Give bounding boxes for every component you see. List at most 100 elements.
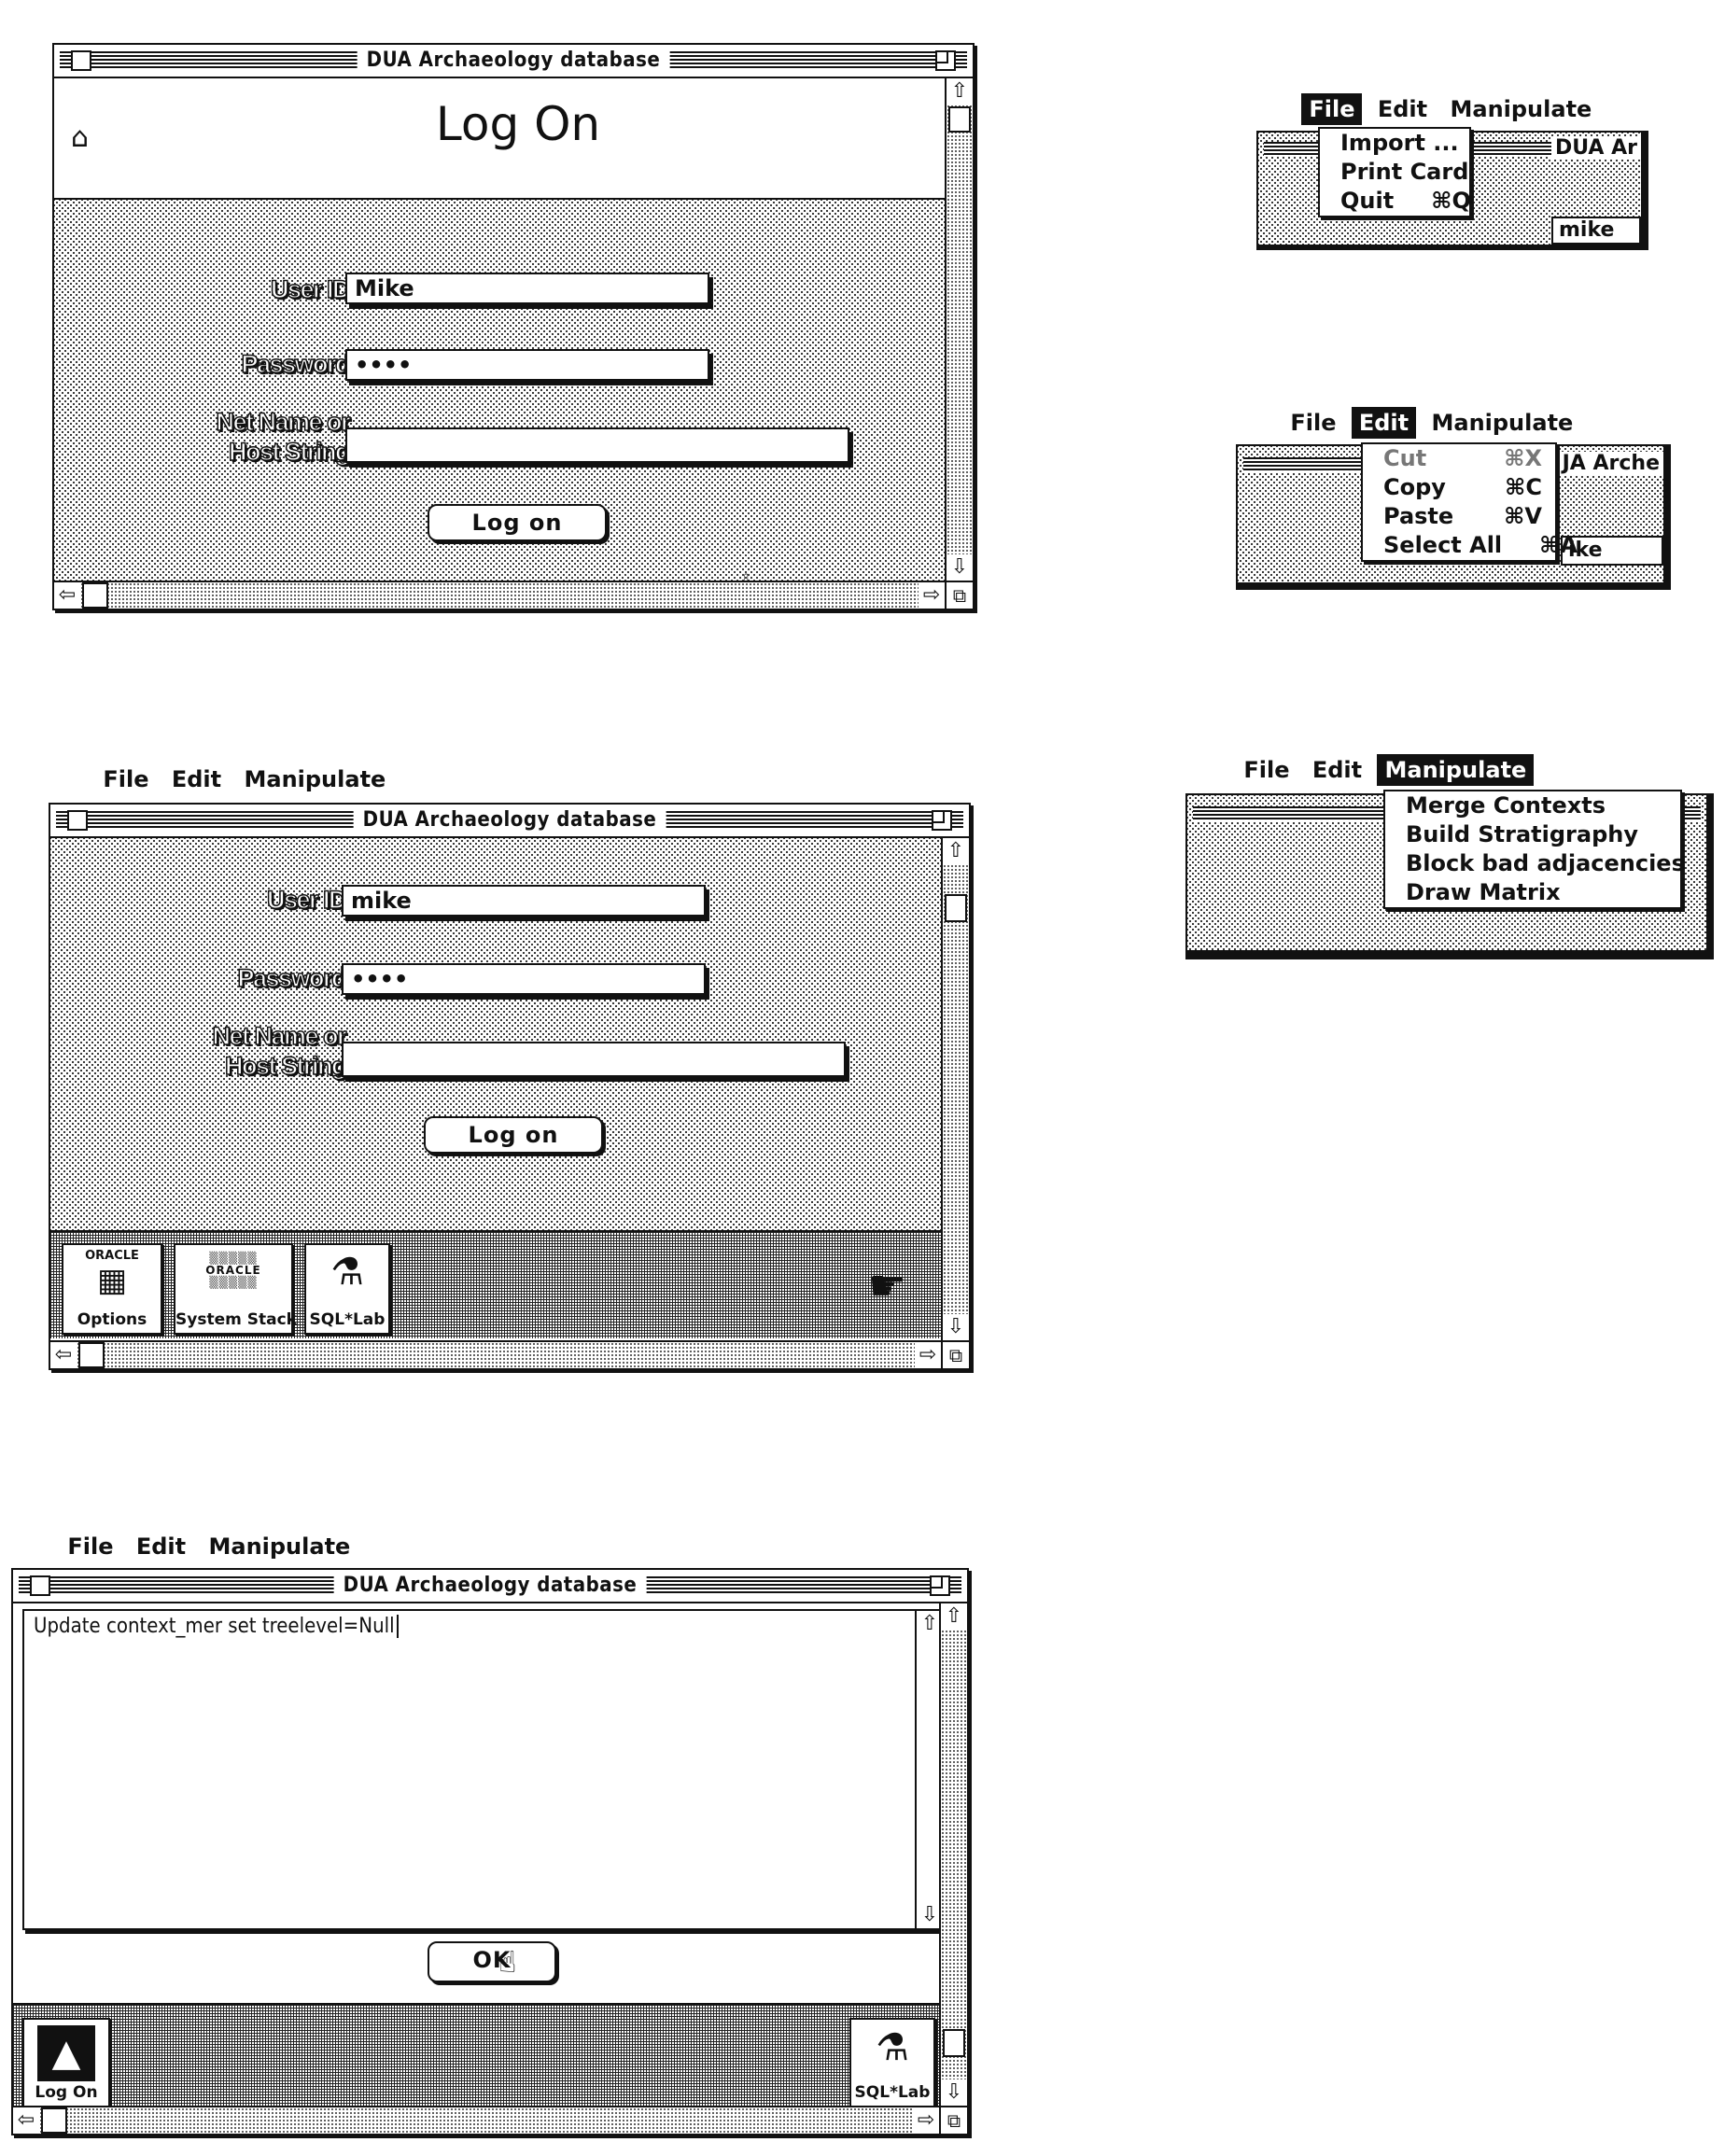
menu-item-import[interactable]: Import ... <box>1320 129 1469 158</box>
menu-item-build-stratigraphy[interactable]: Build Stratigraphy <box>1385 820 1680 849</box>
scroll-thumb[interactable] <box>943 2029 965 2057</box>
ok-button[interactable]: OK <box>428 1941 556 1982</box>
scroll-up-arrow[interactable]: ⇧ <box>943 838 969 864</box>
scroll-down-arrow[interactable]: ⇩ <box>941 2079 967 2106</box>
host-string-field[interactable] <box>342 1042 846 1077</box>
menu-manipulate-selected[interactable]: Manipulate <box>1377 754 1535 786</box>
horizontal-scrollbar[interactable]: ⇦ ⇨ <box>50 1340 941 1368</box>
vertical-scrollbar[interactable]: ⇧ ⇩ <box>945 78 973 581</box>
sql-text: Update context_mer set treelevel=Null <box>34 1615 399 1638</box>
form-area: User ID Mike Password •••• Net Name or H… <box>54 200 945 605</box>
user-id-label: User ID <box>270 274 351 304</box>
h-scroll-thumb[interactable] <box>41 2107 67 2134</box>
menu-file-selected[interactable]: File <box>1301 93 1363 125</box>
menu-item-draw-matrix[interactable]: Draw Matrix <box>1385 878 1680 907</box>
host-label: Net Name or Host String <box>216 407 352 467</box>
log-on-button[interactable]: Log on <box>428 504 607 541</box>
edit-menu-snapshot: JA Arche ike File Edit Manipulate Cut ⌘X … <box>1236 407 1675 594</box>
logon-window-2: DUA Archaeology database User ID mike Pa… <box>49 803 971 1370</box>
menu-edit[interactable]: Edit <box>1305 754 1369 786</box>
sql-lab-icon: ⚗ <box>876 2026 909 2069</box>
horizontal-scrollbar[interactable]: ⇦ ⇨ <box>54 581 945 609</box>
menu-item-print-card[interactable]: Print Card <box>1320 158 1469 187</box>
scroll-down-arrow[interactable]: ⇩ <box>947 554 973 581</box>
scroll-thumb[interactable] <box>945 894 967 922</box>
menu-file[interactable]: File <box>95 763 156 795</box>
password-field[interactable]: •••• <box>345 349 709 381</box>
scroll-left-arrow[interactable]: ⇦ <box>13 2107 39 2134</box>
menu-manipulate[interactable]: Manipulate <box>201 1531 358 1562</box>
log-on-button-icon[interactable]: ▲ Log On <box>22 2018 110 2107</box>
scroll-right-arrow[interactable]: ⇨ <box>919 582 945 609</box>
scroll-down-arrow[interactable]: ⇩ <box>943 1314 969 1340</box>
grow-box[interactable]: ⧉ <box>945 581 973 609</box>
logon-window-1: DUA Archaeology database ⌂ Log On User I… <box>52 43 975 610</box>
scroll-left-arrow[interactable]: ⇦ <box>50 1342 77 1368</box>
menu-edit-selected[interactable]: Edit <box>1351 407 1417 439</box>
sql-lab-button[interactable]: ⚗ SQL*Lab <box>304 1243 390 1335</box>
close-box[interactable] <box>67 810 88 831</box>
manipulate-menu-snapshot: File Edit Manipulate Merge Contexts Buil… <box>1185 754 1718 959</box>
menu-edit[interactable]: Edit <box>1370 93 1435 125</box>
password-field[interactable]: •••• <box>342 963 706 995</box>
scroll-left-arrow[interactable]: ⇦ <box>54 582 80 609</box>
scroll-right-arrow[interactable]: ⇨ <box>915 1342 941 1368</box>
menu-item-select-all[interactable]: Select All ⌘A <box>1363 531 1578 560</box>
h-scroll-thumb[interactable] <box>82 582 108 609</box>
close-box[interactable] <box>30 1575 50 1596</box>
title-bar[interactable]: DUA Archaeology database <box>13 1570 967 1603</box>
user-id-field[interactable]: mike <box>342 885 706 917</box>
edit-dropdown: Cut ⌘X Copy ⌘C Paste ⌘V Select All ⌘A <box>1361 442 1578 562</box>
host-label: Net Name or Host String <box>212 1021 348 1081</box>
vertical-scrollbar[interactable]: ⇧ ⇩ <box>941 838 969 1340</box>
title-bar[interactable]: DUA Archaeology database <box>54 45 973 78</box>
page-title: Log On <box>435 97 601 151</box>
menu-file[interactable]: File <box>1236 754 1297 786</box>
menu-edit[interactable]: Edit <box>129 1531 193 1562</box>
menu-bar: File Edit Manipulate <box>1213 754 1535 786</box>
zoom-box[interactable] <box>932 810 952 831</box>
grow-box[interactable]: ⧉ <box>941 1340 969 1368</box>
user-id-field[interactable]: Mike <box>345 273 709 304</box>
menu-file[interactable]: File <box>1283 407 1343 439</box>
log-on-icon: ▲ <box>37 2025 95 2081</box>
horizontal-scrollbar[interactable]: ⇦ ⇨ <box>13 2106 939 2134</box>
zoom-box[interactable] <box>930 1575 950 1596</box>
log-on-button[interactable]: Log on <box>424 1116 603 1154</box>
menu-item-quit[interactable]: Quit ⌘Q <box>1320 187 1471 216</box>
host-string-field[interactable] <box>345 427 849 463</box>
sql-lab-button[interactable]: ⚗ SQL*Lab <box>849 2018 935 2107</box>
host-label-line1: Net Name or <box>212 1021 348 1051</box>
close-box[interactable] <box>71 50 91 71</box>
title-bar[interactable]: DUA Archaeology database <box>50 805 969 838</box>
zoom-box[interactable] <box>935 50 956 71</box>
menu-item-merge-contexts[interactable]: Merge Contexts <box>1385 791 1680 820</box>
oracle-options-button[interactable]: ORACLE ▦ Options <box>62 1243 162 1335</box>
manipulate-dropdown: Merge Contexts Build Stratigraphy Block … <box>1383 790 1685 909</box>
password-label: Password <box>237 963 348 993</box>
menu-manipulate[interactable]: Manipulate <box>236 763 393 795</box>
grow-box[interactable]: ⧉ <box>939 2106 967 2134</box>
menu-item-paste[interactable]: Paste ⌘V <box>1363 502 1555 531</box>
menu-edit[interactable]: Edit <box>164 763 229 795</box>
scroll-up-arrow[interactable]: ⇧ <box>941 1603 967 1630</box>
scroll-thumb[interactable] <box>948 106 971 133</box>
system-stack-button[interactable]: ▒▒▒▒▒ ORACLE ▒▒▒▒▒ System Stack <box>174 1243 297 1335</box>
background-window-title: JA Arche <box>1558 452 1663 475</box>
menu-manipulate[interactable]: Manipulate <box>1442 93 1599 125</box>
password-label: Password <box>241 349 352 379</box>
menu-item-copy[interactable]: Copy ⌘C <box>1363 473 1555 502</box>
menu-bar: File Edit Manipulate <box>1279 93 1600 125</box>
scroll-up-arrow[interactable]: ⇧ <box>947 78 973 105</box>
vertical-scrollbar[interactable]: ⇧ ⇩ <box>939 1603 967 2106</box>
background-window-title: DUA Ar <box>1550 136 1641 160</box>
h-scroll-thumb[interactable] <box>78 1342 105 1368</box>
oracle-logo: ORACLE <box>85 1249 139 1263</box>
menu-file[interactable]: File <box>60 1531 120 1562</box>
menu-manipulate[interactable]: Manipulate <box>1423 407 1580 439</box>
sql-lab-label: SQL*Lab <box>854 2083 931 2102</box>
menu-item-block-bad-adjacencies[interactable]: Block bad adjacencies <box>1385 849 1685 878</box>
window-title: DUA Archaeology database <box>357 48 670 74</box>
sql-text-area[interactable]: Update context_mer set treelevel=Null ⇧ … <box>22 1609 945 1930</box>
scroll-right-arrow[interactable]: ⇨ <box>913 2107 939 2134</box>
